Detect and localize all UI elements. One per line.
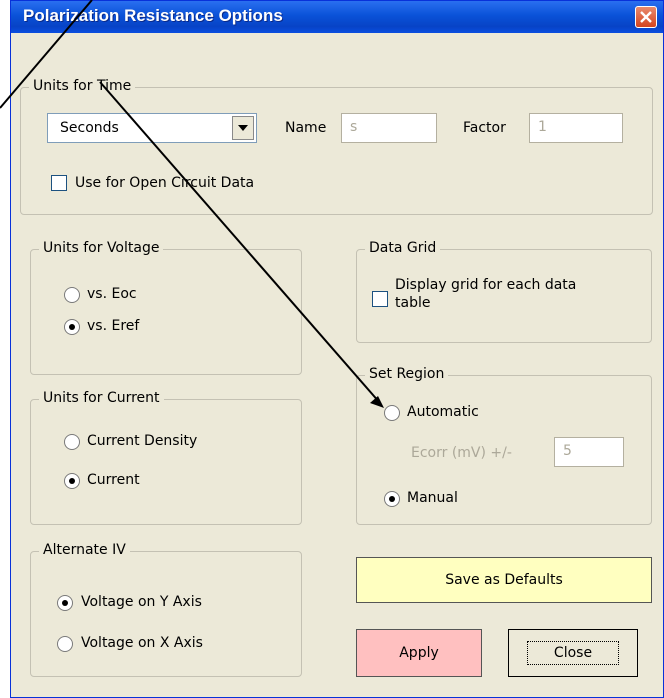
- time-units-legend: Units for Time: [29, 78, 136, 94]
- close-label: Close: [526, 641, 620, 665]
- save-defaults-button[interactable]: Save as Defaults: [356, 557, 652, 603]
- radio-current-density[interactable]: [64, 434, 80, 450]
- alternate-iv-group: Alternate IV: [30, 542, 302, 677]
- save-defaults-label: Save as Defaults: [445, 572, 563, 588]
- name-label: Name: [285, 120, 327, 136]
- current-units-legend: Units for Current: [39, 390, 164, 406]
- current-label[interactable]: Current: [87, 472, 140, 488]
- radio-voltage-x-axis[interactable]: [57, 636, 73, 652]
- automatic-label[interactable]: Automatic: [407, 404, 479, 420]
- vs-eoc-label[interactable]: vs. Eoc: [87, 286, 137, 302]
- ecorr-field[interactable]: 5: [554, 437, 624, 467]
- name-field[interactable]: s: [341, 113, 437, 143]
- close-icon[interactable]: [635, 6, 657, 28]
- voltage-units-legend: Units for Voltage: [39, 240, 164, 256]
- voltage-units-group: Units for Voltage: [30, 240, 302, 375]
- display-grid-checkbox[interactable]: [372, 291, 388, 307]
- window-title: Polarization Resistance Options: [23, 6, 283, 25]
- title-bar[interactable]: Polarization Resistance Options: [11, 1, 663, 33]
- ecorr-label: Ecorr (mV) +/-: [411, 445, 512, 461]
- radio-manual[interactable]: [384, 491, 400, 507]
- close-button[interactable]: Close: [508, 629, 638, 677]
- display-grid-label-line1[interactable]: Display grid for each data: [395, 277, 576, 293]
- display-grid-label-line2[interactable]: table: [395, 295, 430, 311]
- apply-button[interactable]: Apply: [356, 629, 482, 677]
- voltage-x-axis-label[interactable]: Voltage on X Axis: [81, 635, 203, 651]
- dialog-window: Polarization Resistance Options Units fo…: [10, 0, 664, 698]
- radio-vs-eoc[interactable]: [64, 287, 80, 303]
- apply-label: Apply: [399, 645, 439, 661]
- set-region-legend: Set Region: [365, 366, 449, 382]
- vs-eref-label[interactable]: vs. Eref: [87, 318, 139, 334]
- factor-label: Factor: [463, 120, 506, 136]
- radio-automatic[interactable]: [384, 405, 400, 421]
- current-density-label[interactable]: Current Density: [87, 433, 197, 449]
- radio-voltage-y-axis[interactable]: [57, 595, 73, 611]
- manual-label[interactable]: Manual: [407, 490, 458, 506]
- open-circuit-checkbox[interactable]: [51, 175, 67, 191]
- current-units-group: Units for Current: [30, 390, 302, 525]
- radio-current[interactable]: [64, 473, 80, 489]
- data-grid-legend: Data Grid: [365, 240, 441, 256]
- open-circuit-label[interactable]: Use for Open Circuit Data: [75, 175, 254, 191]
- factor-field[interactable]: 1: [529, 113, 623, 143]
- voltage-y-axis-label[interactable]: Voltage on Y Axis: [81, 594, 202, 610]
- radio-vs-eref[interactable]: [64, 319, 80, 335]
- time-units-selected: Seconds: [60, 120, 119, 136]
- time-units-select[interactable]: Seconds: [47, 113, 257, 143]
- chevron-down-icon[interactable]: [232, 116, 254, 140]
- time-units-group: Units for Time: [20, 78, 653, 215]
- alternate-iv-legend: Alternate IV: [39, 542, 130, 558]
